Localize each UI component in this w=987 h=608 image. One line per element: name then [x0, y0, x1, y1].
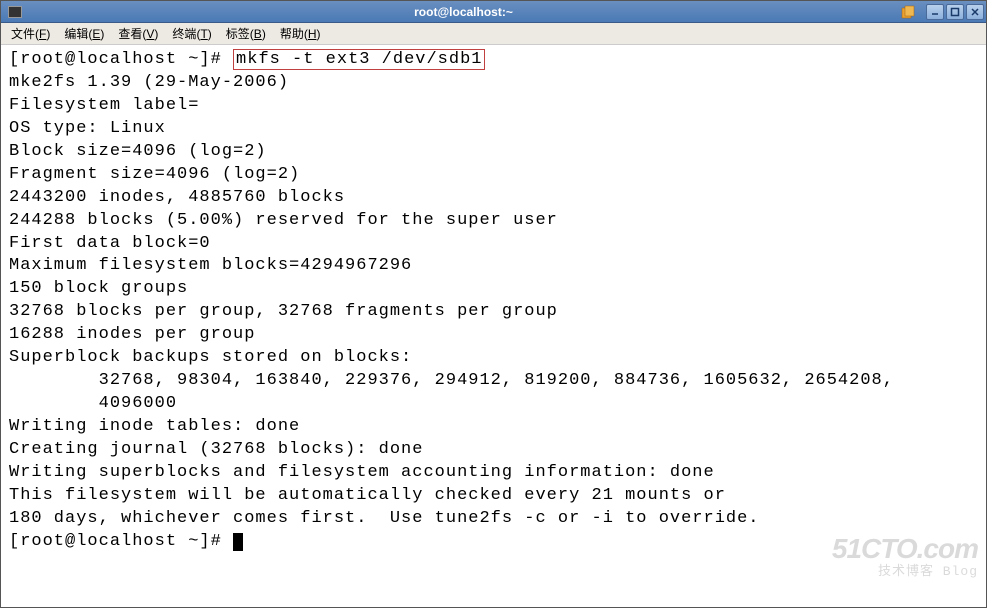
highlighted-command: mkfs -t ext3 /dev/sdb1 [233, 49, 485, 70]
minimize-button[interactable] [926, 4, 944, 20]
output-line: 16288 inodes per group [9, 324, 978, 347]
output-line: 4096000 [9, 393, 978, 416]
menu-edit[interactable]: 编辑(E) [58, 23, 110, 44]
output-line: 32768 blocks per group, 32768 fragments … [9, 301, 978, 324]
terminal-window: root@localhost:~ 文件(F) 编辑(E) 查看(V) 终端(T) [0, 0, 987, 608]
window-controls [900, 4, 984, 20]
menu-file[interactable]: 文件(F) [5, 23, 56, 44]
output-line: This filesystem will be automatically ch… [9, 485, 978, 508]
prompt: [root@localhost ~]# [9, 532, 233, 551]
menubar: 文件(F) 编辑(E) 查看(V) 终端(T) 标签(B) 帮助(H) [1, 23, 986, 45]
window-title: root@localhost:~ [27, 5, 900, 19]
titlebar-icon-wrap [3, 6, 27, 18]
command-line: [root@localhost ~]# mkfs -t ext3 /dev/sd… [9, 49, 978, 72]
output-line: Fragment size=4096 (log=2) [9, 164, 978, 187]
close-button[interactable] [966, 4, 984, 20]
output-line: Block size=4096 (log=2) [9, 141, 978, 164]
menu-terminal[interactable]: 终端(T) [166, 23, 217, 44]
output-line: 180 days, whichever comes first. Use tun… [9, 508, 978, 531]
output-line: Superblock backups stored on blocks: [9, 347, 978, 370]
output-line: Maximum filesystem blocks=4294967296 [9, 255, 978, 278]
output-line: 2443200 inodes, 4885760 blocks [9, 187, 978, 210]
output-line: mke2fs 1.39 (29-May-2006) [9, 72, 978, 95]
output-line: Filesystem label= [9, 95, 978, 118]
menu-view[interactable]: 查看(V) [112, 23, 164, 44]
output-line: Creating journal (32768 blocks): done [9, 439, 978, 462]
watermark-sub: 技术博客 Blog [832, 563, 978, 581]
output-line: 32768, 98304, 163840, 229376, 294912, 81… [9, 370, 978, 393]
menu-tabs[interactable]: 标签(B) [220, 23, 272, 44]
output-line: 150 block groups [9, 278, 978, 301]
maximize-button[interactable] [946, 4, 964, 20]
output-line: 244288 blocks (5.00%) reserved for the s… [9, 210, 978, 233]
terminal-icon [8, 6, 22, 18]
output-line: Writing superblocks and filesystem accou… [9, 462, 978, 485]
prompt-line: [root@localhost ~]# [9, 531, 978, 554]
cursor [233, 533, 243, 551]
output-line: Writing inode tables: done [9, 416, 978, 439]
prompt: [root@localhost ~]# [9, 50, 222, 69]
documents-icon [900, 5, 916, 19]
output-line: First data block=0 [9, 233, 978, 256]
output-line: OS type: Linux [9, 118, 978, 141]
terminal-content[interactable]: [root@localhost ~]# mkfs -t ext3 /dev/sd… [1, 45, 986, 607]
menu-help[interactable]: 帮助(H) [274, 23, 327, 44]
titlebar: root@localhost:~ [1, 1, 986, 23]
